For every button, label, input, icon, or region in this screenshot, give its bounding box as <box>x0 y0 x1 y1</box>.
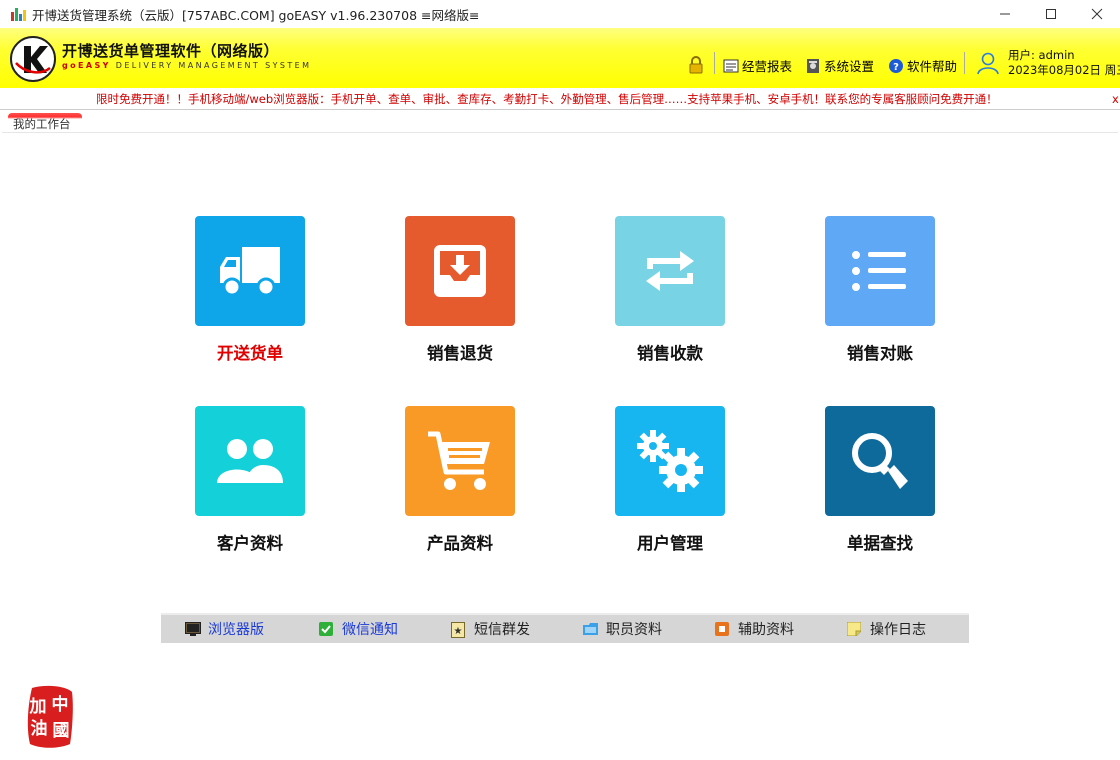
current-date: 2023年08月02日 周三 <box>1008 63 1120 77</box>
tile-label: 销售退货 <box>427 344 493 363</box>
svg-text:★: ★ <box>454 626 463 637</box>
close-icon <box>1091 8 1103 20</box>
settings-button[interactable]: 系统设置 <box>805 56 874 75</box>
tile-user-management[interactable]: 用户管理 <box>615 406 725 576</box>
tile-product-data[interactable]: 产品资料 <box>405 406 515 576</box>
tile-label: 客户资料 <box>217 534 283 553</box>
stamp-logo: 加 中 油 國 <box>26 684 74 750</box>
tab-underline <box>2 132 1118 133</box>
tile-label: 开送货单 <box>217 344 283 363</box>
report-icon <box>723 58 739 74</box>
lock-icon[interactable] <box>688 56 704 78</box>
svg-text:?: ? <box>893 62 899 73</box>
log-note-icon <box>846 621 862 637</box>
staff-folder-icon <box>583 622 598 636</box>
user-name: 用户: admin <box>1008 48 1075 62</box>
tile-delivery-note[interactable]: 开送货单 <box>195 216 305 386</box>
user-avatar-icon <box>975 50 1001 80</box>
tile-label: 用户管理 <box>637 534 703 553</box>
tile-sales-return[interactable]: 销售退货 <box>405 216 515 386</box>
tile-sales-receipt[interactable]: 销售收款 <box>615 216 725 386</box>
maximize-icon <box>1046 9 1056 19</box>
svg-text:油: 油 <box>31 718 48 739</box>
help-button[interactable]: ? 软件帮助 <box>888 56 957 75</box>
minimize-icon <box>1000 13 1010 15</box>
tile-sales-reconciliation[interactable]: 销售对账 <box>825 216 935 386</box>
user-info: 用户: admin 2023年08月02日 周三 <box>1008 48 1120 78</box>
brand-subtitle: goEASY DELIVERY MANAGEMENT SYSTEM <box>62 61 312 70</box>
brand-title: 开博送货单管理软件（网络版） <box>62 42 280 60</box>
bottom-toolbar: 浏览器版 微信通知 ★ 短信群发 职员资料 辅助资料 操作日志 <box>161 613 969 643</box>
list-icon <box>825 216 935 326</box>
svg-text:國: 國 <box>53 721 70 741</box>
gears-icon <box>615 406 725 516</box>
tile-customer-data[interactable]: 客户资料 <box>195 406 305 576</box>
window-title-bar: 开博送货管理系统（云版）[757ABC.COM] goEASY v1.96.23… <box>0 0 1120 28</box>
wechat-notify-button[interactable]: 微信通知 <box>319 615 398 643</box>
window-title: 开博送货管理系统（云版）[757ABC.COM] goEASY v1.96.23… <box>32 7 480 23</box>
minimize-button[interactable] <box>982 0 1028 28</box>
notice-text[interactable]: 限时免费开通！！手机移动端/web浏览器版：手机开单、查单、审批、查库存、考勤打… <box>96 89 998 109</box>
return-icon <box>405 216 515 326</box>
tile-document-search[interactable]: 单据查找 <box>825 406 935 576</box>
tile-label: 销售收款 <box>637 344 703 363</box>
notice-bar: 限时免费开通！！手机移动端/web浏览器版：手机开单、查单、审批、查库存、考勤打… <box>0 89 1120 110</box>
help-icon: ? <box>888 58 904 74</box>
monitor-icon <box>185 622 201 636</box>
maximize-button[interactable] <box>1028 0 1074 28</box>
users-icon <box>195 406 305 516</box>
svg-text:加: 加 <box>29 697 47 717</box>
browser-version-button[interactable]: 浏览器版 <box>185 615 264 643</box>
brand-logo-icon <box>10 36 56 82</box>
app-chart-icon <box>10 6 26 22</box>
close-button[interactable] <box>1074 0 1120 28</box>
app-header: 开博送货单管理软件（网络版） goEASY DELIVERY MANAGEMEN… <box>0 28 1120 88</box>
wechat-check-icon <box>319 622 333 636</box>
truck-icon <box>195 216 305 326</box>
aux-data-icon <box>715 622 729 636</box>
tile-label: 单据查找 <box>847 534 913 553</box>
staff-data-button[interactable]: 职员资料 <box>583 615 662 643</box>
tile-label: 销售对账 <box>847 344 913 363</box>
tile-label: 产品资料 <box>427 534 493 553</box>
sms-broadcast-button[interactable]: ★ 短信群发 <box>451 615 530 643</box>
svg-text:中: 中 <box>52 694 69 715</box>
tab-workbench[interactable]: 我的工作台 <box>8 113 82 133</box>
notice-close-button[interactable]: x <box>1112 89 1119 109</box>
sms-star-icon: ★ <box>451 622 465 638</box>
settings-icon <box>805 58 821 74</box>
search-icon <box>825 406 935 516</box>
repeat-icon <box>615 216 725 326</box>
cart-icon <box>405 406 515 516</box>
report-button[interactable]: 经营报表 <box>723 56 792 75</box>
operation-log-button[interactable]: 操作日志 <box>846 615 926 643</box>
aux-data-button[interactable]: 辅助资料 <box>715 615 794 643</box>
